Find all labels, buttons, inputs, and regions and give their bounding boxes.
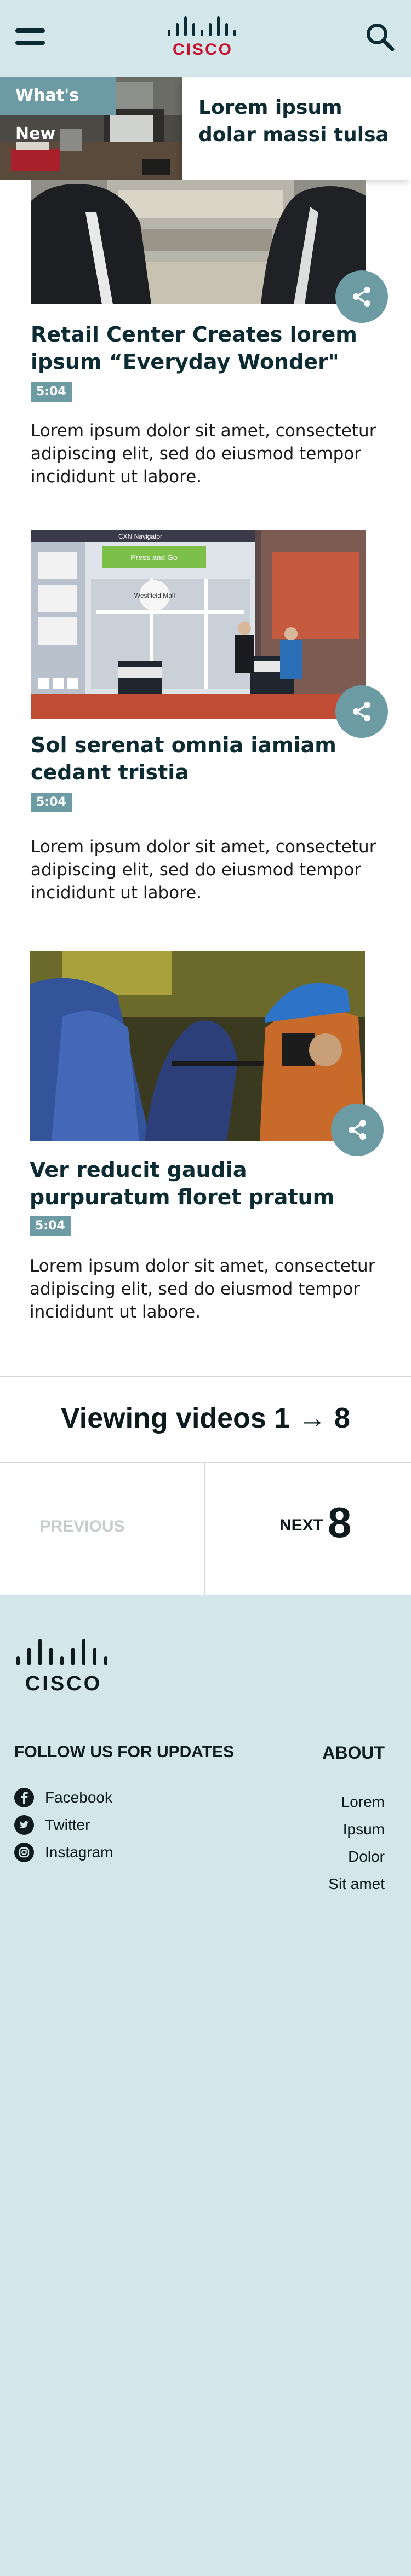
- social-label: Instagram: [45, 1844, 113, 1861]
- video-description: Lorem ipsum dolor sit amet, consectetur …: [31, 421, 376, 487]
- video-description: Lorem ipsum dolor sit amet, consectetur …: [31, 837, 376, 903]
- screen-label-top: CXN Navigator: [118, 533, 162, 540]
- whats-new-title[interactable]: Lorem ipsum dolar massi tulsa: [198, 94, 401, 149]
- next-label: NEXT: [279, 1516, 324, 1534]
- video-description: Lorem ipsum dolor sit amet, consectetur …: [30, 1256, 375, 1322]
- about-link-ipsum[interactable]: Ipsum: [285, 1818, 385, 1840]
- facebook-icon: [14, 1788, 34, 1807]
- follow-us-heading: FOLLOW US FOR UPDATES: [14, 1743, 235, 1761]
- duration-badge: 5:04: [30, 1216, 71, 1236]
- cisco-logo[interactable]: CISCO: [164, 14, 247, 59]
- social-label: Facebook: [45, 1789, 112, 1806]
- video-title[interactable]: Retail Center Creates lorem ipsum “Every…: [31, 321, 370, 376]
- video-title[interactable]: Sol serenat omnia iamiam cedant tristia: [31, 731, 370, 786]
- video-thumbnail[interactable]: [30, 951, 365, 1141]
- instagram-icon: [14, 1843, 34, 1862]
- about-link-dolor[interactable]: Dolor: [285, 1846, 385, 1868]
- whats-new-tag: What's New: [0, 77, 116, 143]
- cisco-logo[interactable]: CISCO: [14, 1636, 118, 1695]
- footer-brand: CISCO: [25, 1672, 102, 1694]
- duration-badge: 5:04: [31, 793, 72, 812]
- screen-button-label: Press and Go: [130, 553, 178, 562]
- next-page-number: 8: [328, 1498, 352, 1546]
- twitter-icon: [14, 1815, 34, 1835]
- screen-place-label: Westfield Mall: [134, 592, 175, 599]
- video-thumbnail[interactable]: [31, 180, 366, 304]
- about-heading: ABOUT: [322, 1743, 385, 1763]
- about-link-sit-amet[interactable]: Sit amet: [285, 1873, 385, 1895]
- social-label: Twitter: [45, 1816, 90, 1833]
- header-brand: CISCO: [173, 41, 233, 58]
- site-footer: [0, 1595, 411, 2576]
- share-icon[interactable]: [335, 270, 388, 323]
- video-thumbnail[interactable]: CXN Navigator Press and Go Westfield Mal…: [31, 530, 366, 719]
- share-icon[interactable]: [331, 1104, 384, 1156]
- viewing-videos-text: Viewing videos 1 → 8: [61, 1402, 350, 1434]
- about-link-lorem[interactable]: Lorem: [285, 1791, 385, 1813]
- share-icon[interactable]: [335, 685, 388, 738]
- hamburger-menu-icon[interactable]: [15, 28, 45, 45]
- search-icon[interactable]: [365, 22, 395, 51]
- previous-label: PREVIOUS: [39, 1517, 125, 1535]
- video-title[interactable]: Ver reducit gaudia purpuratum floret pra…: [30, 1156, 369, 1211]
- duration-badge: 5:04: [31, 382, 72, 402]
